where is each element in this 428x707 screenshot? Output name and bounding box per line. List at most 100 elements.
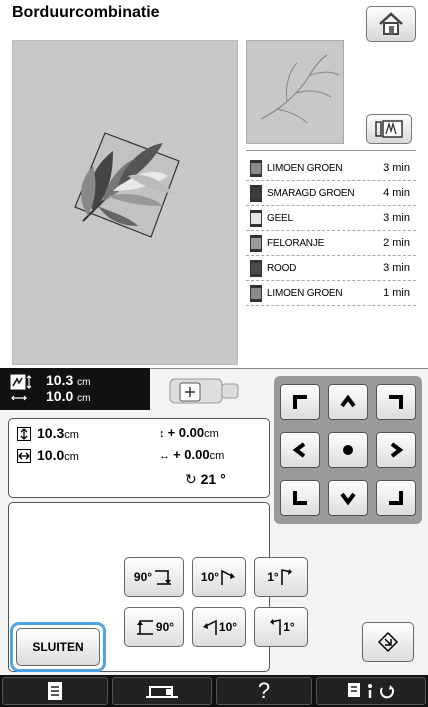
horizontal-offset: + 0.00: [173, 447, 210, 462]
vertical-offset-icon: ↕: [159, 428, 168, 440]
thread-name: LIMOEN GROEN: [267, 287, 343, 299]
thread-row: GEEL 3 min: [246, 206, 416, 231]
info-width: 10.0: [37, 447, 65, 463]
embroidery-height: 10.3: [46, 372, 74, 388]
rotate-right-icon: [221, 569, 236, 585]
height-icon: [17, 427, 31, 441]
move-pad: [274, 376, 422, 524]
view-toggle-button[interactable]: [366, 114, 412, 144]
move-up-left-button[interactable]: [280, 384, 320, 420]
rotate-left-90-button[interactable]: 90°: [124, 607, 184, 647]
view-icon: [375, 120, 403, 138]
thread-name: SMARAGD GROEN: [267, 187, 355, 199]
thread-time: 3 min: [383, 162, 410, 174]
move-up-right-button[interactable]: [376, 384, 416, 420]
arrow-down-icon: [340, 492, 356, 506]
thread-name: ROOD: [267, 262, 297, 274]
settings-button[interactable]: [316, 677, 426, 705]
rotate-right-1-button[interactable]: 1°: [254, 557, 308, 597]
rotation-angle: 21 °: [200, 471, 226, 487]
thread-row: FELORANJE 2 min: [246, 231, 416, 256]
rotate-left-icon: [270, 619, 281, 635]
vertical-offset: + 0.00: [167, 425, 205, 440]
rotate-label: 90°: [155, 620, 175, 634]
thread-row: LIMOEN GROEN 3 min: [246, 156, 416, 181]
unit-label: cm: [64, 451, 79, 463]
thread-time: 4 min: [383, 187, 410, 199]
size-display: 10.3 cm 10.0 cm: [0, 368, 150, 410]
corner-down-right-icon: [389, 491, 403, 505]
page-icon: [48, 682, 62, 700]
embroidery-pattern: [74, 132, 180, 238]
info-box: 10.3cm 10.0cm ↕ + 0.00cm ↔ + 0.00cm ↻ 21…: [8, 418, 270, 498]
close-button[interactable]: SLUITEN: [16, 628, 100, 666]
settings-icon: [348, 683, 394, 699]
thread-name: FELORANJE: [267, 237, 325, 249]
rotate-label: 10°: [200, 570, 220, 584]
rotate-left-icon: [136, 620, 153, 635]
size-icon: [10, 374, 32, 401]
corner-up-left-icon: [293, 395, 307, 409]
thread-name: LIMOEN GROEN: [267, 162, 343, 174]
rotate-label: 90°: [133, 570, 153, 584]
move-down-button[interactable]: [328, 480, 368, 516]
rotate-label: 1°: [267, 570, 279, 584]
unit-label: cm: [77, 377, 91, 388]
spool-icon: [250, 259, 262, 277]
thread-row: SMARAGD GROEN 4 min: [246, 181, 416, 206]
page-button[interactable]: [2, 677, 108, 705]
rotate-right-10-button[interactable]: 10°: [192, 557, 246, 597]
rotate-left-icon: [202, 619, 217, 635]
arrow-left-icon: [292, 442, 306, 458]
footer-bar: ?: [0, 675, 428, 707]
help-icon: ?: [257, 678, 271, 703]
thread-time: 1 min: [383, 287, 410, 299]
rotate-label: 1°: [283, 620, 295, 634]
rotate-right-90-button[interactable]: 90°: [124, 557, 184, 597]
machine-icon: [146, 686, 178, 698]
thread-row: ROOD 3 min: [246, 256, 416, 281]
width-icon: [17, 449, 31, 463]
arrow-right-icon: [390, 442, 404, 458]
thread-time: 2 min: [383, 237, 410, 249]
thread-name: GEEL: [267, 212, 293, 224]
machine-button[interactable]: [112, 677, 212, 705]
info-height: 10.3: [37, 425, 65, 441]
center-button[interactable]: [328, 432, 368, 468]
thread-row: LIMOEN GROEN 1 min: [246, 281, 416, 306]
home-button[interactable]: [366, 6, 416, 42]
embroidery-width: 10.0: [46, 388, 74, 404]
embroidery-canvas[interactable]: [12, 40, 238, 365]
unit-label: cm: [209, 450, 225, 462]
move-left-button[interactable]: [280, 432, 320, 468]
move-down-right-button[interactable]: [376, 480, 416, 516]
spool-icon: [250, 184, 262, 202]
reset-button[interactable]: [362, 622, 414, 662]
thread-time: 3 min: [383, 262, 410, 274]
rotate-right-icon: [155, 570, 172, 585]
unit-label: cm: [64, 429, 79, 441]
rotate-right-icon: [280, 569, 292, 585]
home-icon: [379, 12, 403, 35]
move-up-button[interactable]: [328, 384, 368, 420]
help-button[interactable]: ?: [216, 677, 312, 705]
move-down-left-button[interactable]: [280, 480, 320, 516]
page-title: Borduurcombinatie: [12, 4, 160, 21]
rotate-left-1-button[interactable]: 1°: [254, 607, 308, 647]
horizontal-offset-icon: ↔: [159, 450, 174, 462]
move-right-button[interactable]: [376, 432, 416, 468]
unit-label: cm: [77, 393, 91, 404]
corner-up-right-icon: [389, 395, 403, 409]
spool-icon: [250, 159, 262, 177]
center-dot-icon: [343, 445, 353, 455]
unit-label: cm: [204, 428, 219, 440]
thread-list: LIMOEN GROEN 3 min SMARAGD GROEN 4 min G…: [246, 150, 416, 365]
rotate-label: 10°: [218, 620, 238, 634]
spool-icon: [250, 209, 262, 227]
rotation-icon: ↻: [185, 471, 201, 487]
spool-icon: [250, 284, 262, 302]
rotate-left-10-button[interactable]: 10°: [192, 607, 246, 647]
arrow-up-icon: [340, 394, 356, 408]
reset-icon: [377, 631, 399, 653]
pattern-preview: [246, 40, 344, 144]
